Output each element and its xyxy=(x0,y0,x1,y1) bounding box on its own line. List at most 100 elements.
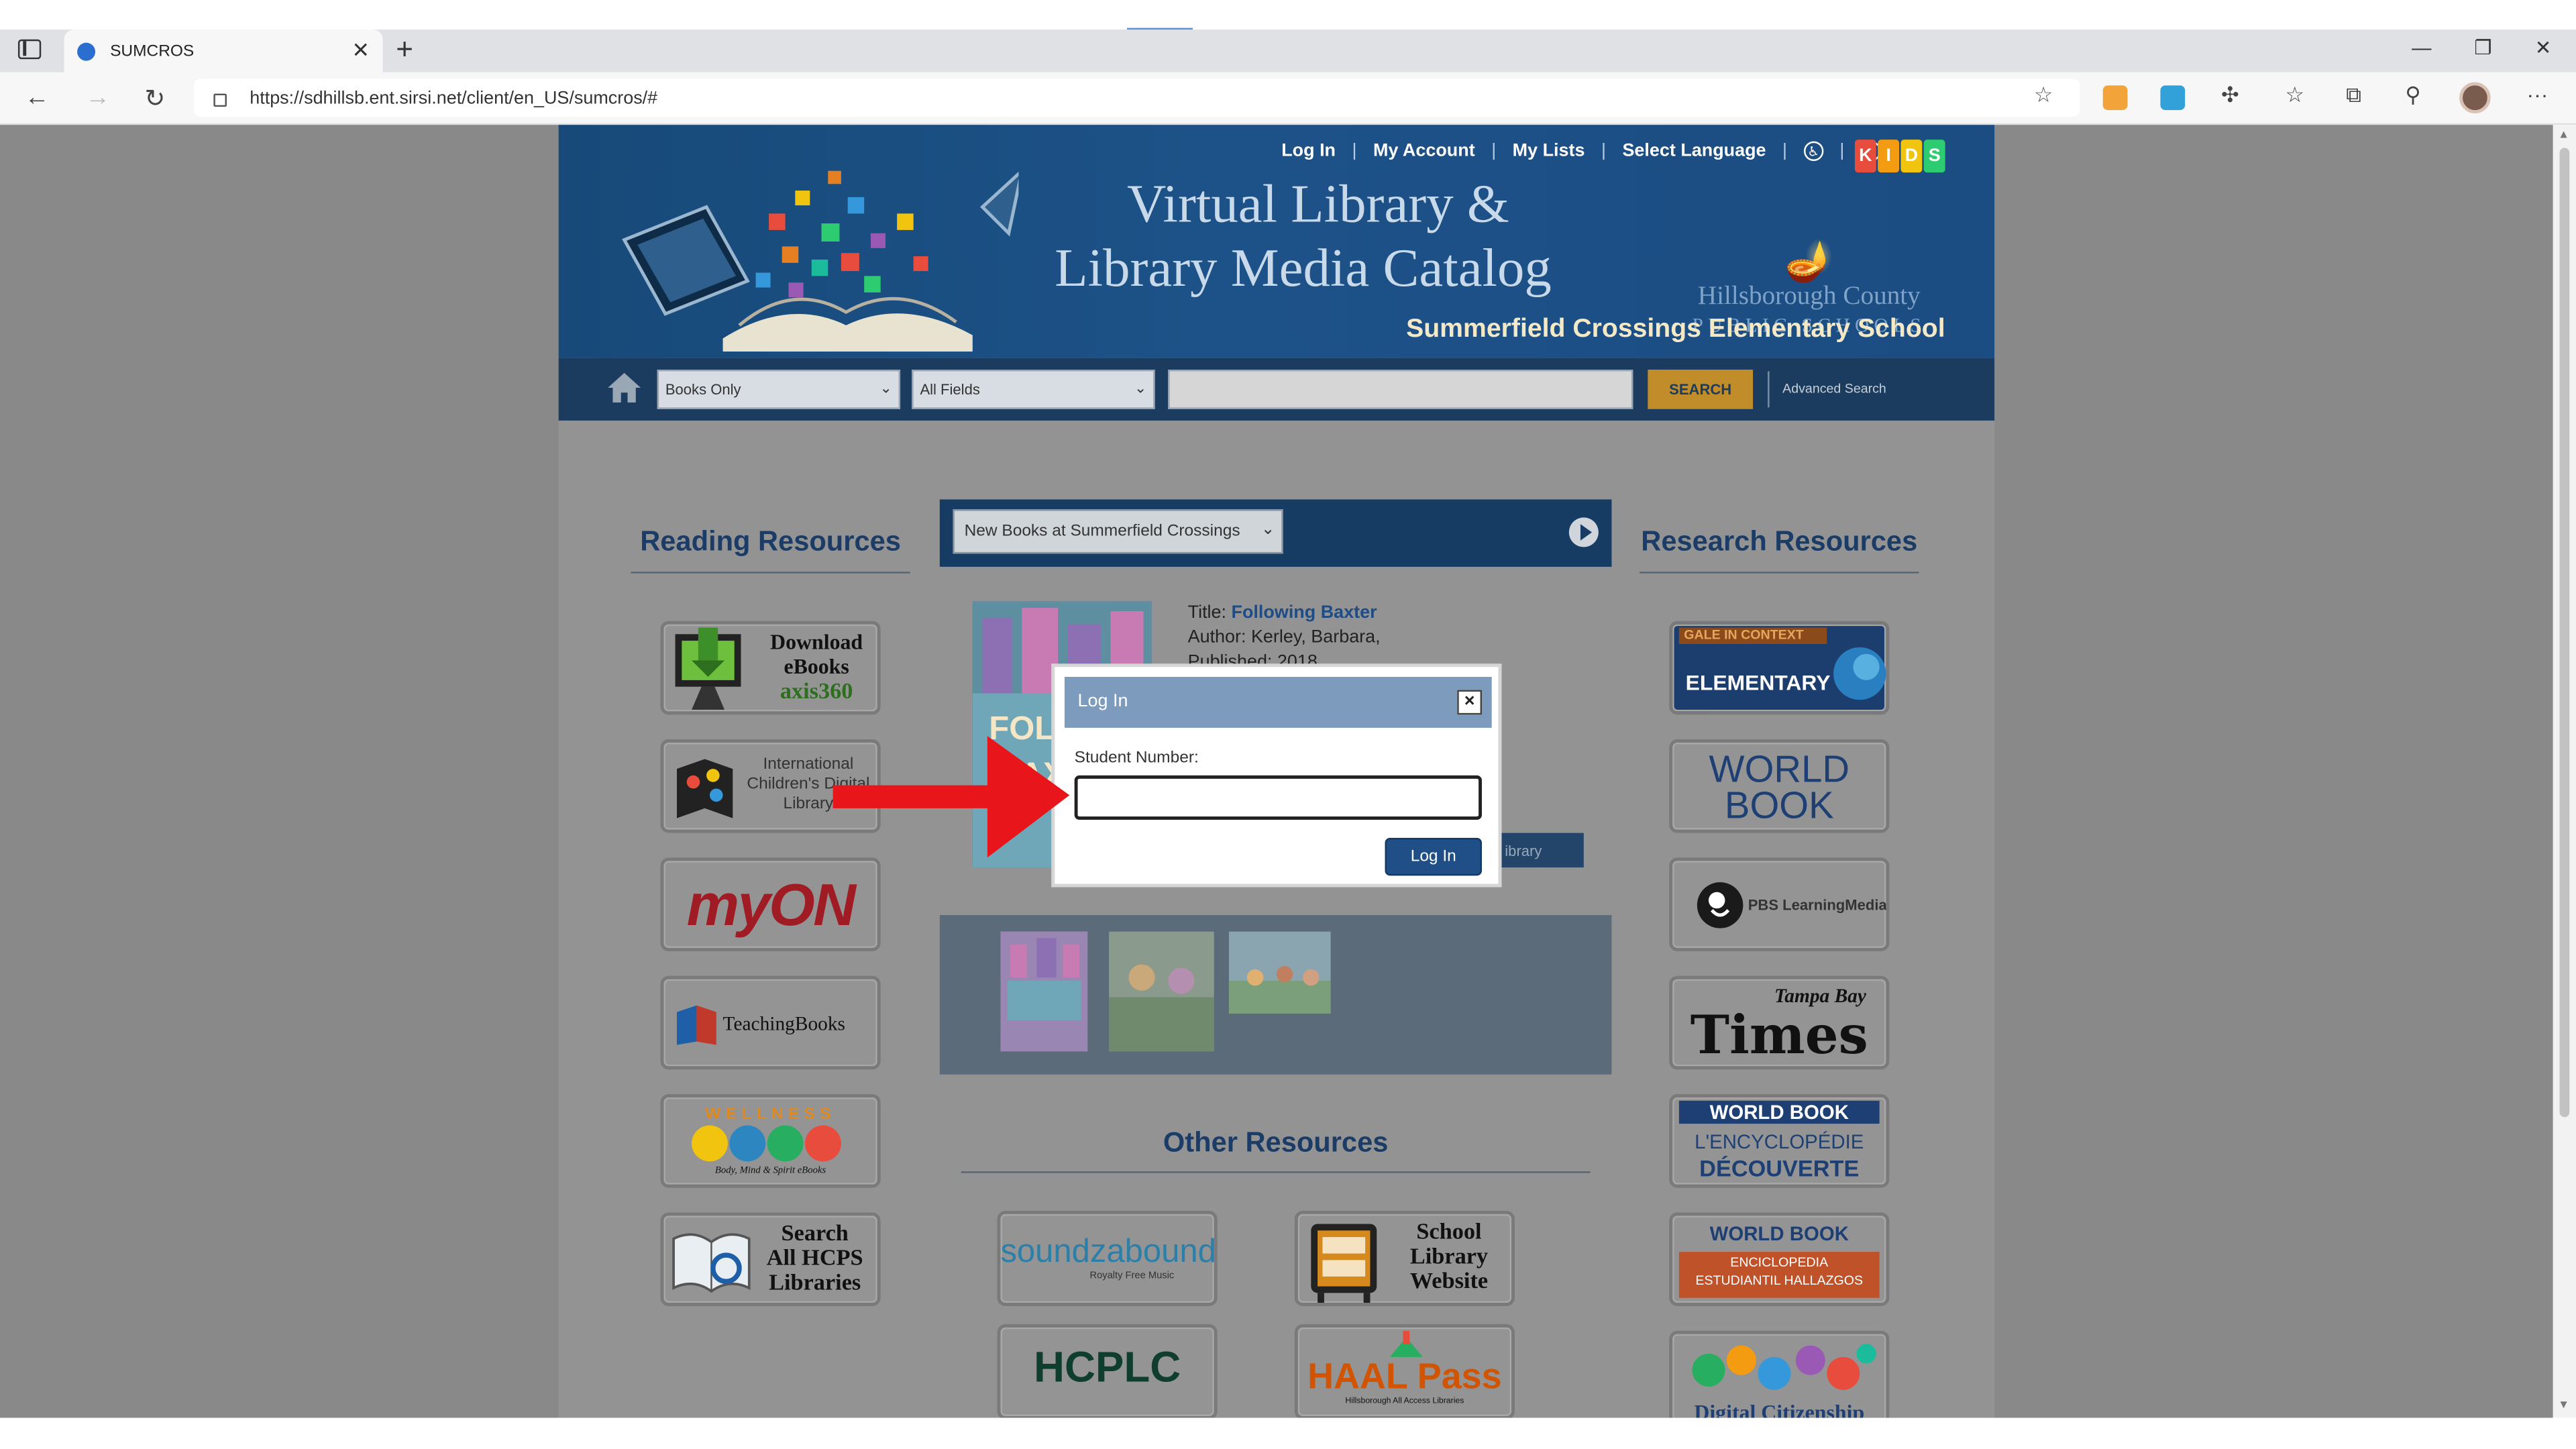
student-number-input[interactable] xyxy=(1074,775,1482,820)
tile-sub: Hillsborough All Access Libraries xyxy=(1345,1396,1464,1407)
kids-catalog-link[interactable]: K I D S xyxy=(1854,140,1945,173)
world-book-decouverte-tile[interactable]: WORLD BOOK L'ENCYCLOPÉDIE DÉCOUVERTE xyxy=(1669,1094,1890,1188)
world-book-hallazgos-tile[interactable]: WORLD BOOK ENCICLOPEDIA ESTUDIANTIL HALL… xyxy=(1669,1212,1890,1306)
ebook-download-icon xyxy=(675,627,741,710)
tab-title: SUMCROS xyxy=(110,42,195,60)
book-logo-icon xyxy=(676,1005,716,1045)
tab-active[interactable]: SUMCROS ✕ xyxy=(64,30,383,72)
close-tab-icon[interactable]: ✕ xyxy=(352,38,370,64)
tile-line: ESTUDIANTIL HALLAZGOS xyxy=(1695,1273,1864,1289)
tab-actions-icon[interactable] xyxy=(17,39,42,60)
thumbnail-cover-icon xyxy=(1000,931,1088,1052)
advanced-search-link[interactable]: Advanced Search xyxy=(1768,371,1886,408)
play-icon[interactable] xyxy=(1568,517,1599,547)
field-select[interactable]: All Fields ⌄ xyxy=(912,370,1155,409)
search-bar: Books Only ⌄ All Fields ⌄ SEARCH Advance… xyxy=(558,358,1995,421)
kids-letter: S xyxy=(1923,140,1945,173)
gale-in-context-tile[interactable]: GALE IN CONTEXT ELEMENTARY xyxy=(1669,621,1890,715)
world-book-tile[interactable]: WORLD BOOK xyxy=(1669,739,1890,833)
gale-swirl-icon xyxy=(1833,647,1886,700)
tile-line: DÉCOUVERTE xyxy=(1699,1155,1860,1181)
favorites-icon[interactable]: ☆ xyxy=(2286,82,2305,108)
new-tab-icon[interactable]: + xyxy=(396,33,413,67)
tile-line: WORLD xyxy=(1709,747,1850,790)
site-title-line2: Library Media Catalog xyxy=(1055,239,1552,299)
carousel-thumbnails xyxy=(939,915,1612,1075)
my-account-link[interactable]: My Account xyxy=(1373,142,1475,161)
scrollbar-thumb[interactable] xyxy=(2559,148,2570,1118)
close-window-icon[interactable]: ✕ xyxy=(2535,36,2552,59)
select-language-link[interactable]: Select Language xyxy=(1622,142,1766,161)
login-dialog-header: Log In × xyxy=(1064,676,1492,728)
wellness-tile[interactable]: WELLNESS Body, Mind & Spirit eBooks xyxy=(660,1094,881,1188)
thumbnail-cover-icon xyxy=(1228,931,1331,1014)
pbs-learningmedia-tile[interactable]: PBS LearningMedia xyxy=(1669,857,1890,951)
tile-line: Times xyxy=(1690,1004,1868,1067)
extension-icon[interactable] xyxy=(2102,85,2128,111)
myon-tile[interactable]: myON xyxy=(660,857,881,951)
lock-icon xyxy=(213,93,227,106)
lamp-icon: 🪔 xyxy=(1784,241,1834,284)
login-submit-button[interactable]: Log In xyxy=(1385,837,1482,876)
scroll-down-icon[interactable]: ▼ xyxy=(2558,1400,2569,1411)
back-icon[interactable]: ← xyxy=(25,84,50,112)
search-hcps-libraries-tile[interactable]: Search All HCPS Libraries xyxy=(660,1212,881,1306)
minimize-icon[interactable]: — xyxy=(2412,36,2431,59)
tile-line: Library xyxy=(783,795,834,814)
thumbnail-book[interactable] xyxy=(1000,931,1088,1052)
open-book-icon xyxy=(672,1233,751,1293)
carousel-select[interactable]: New Books at Summerfield Crossings ⌄ xyxy=(953,509,1283,554)
more-menu-icon[interactable]: ··· xyxy=(2527,82,2548,107)
site-header: Log In | My Account | My Lists | Select … xyxy=(558,125,1995,358)
accessibility-icon[interactable]: ♿ xyxy=(1803,141,1823,162)
thumbnail-book[interactable] xyxy=(1109,931,1214,1052)
teachingbooks-tile[interactable]: TeachingBooks xyxy=(660,975,881,1070)
address-bar[interactable]: https://sdhillsb.ent.sirsi.net/client/en… xyxy=(193,78,2080,117)
tile-label: HCPLC xyxy=(1033,1342,1181,1392)
bookshelf-icon xyxy=(1311,1224,1377,1303)
search-input[interactable] xyxy=(1168,370,1633,409)
scroll-up-icon[interactable]: ▲ xyxy=(2558,129,2569,141)
tile-line: Download xyxy=(770,629,863,654)
tile-line: GALE IN CONTEXT xyxy=(1678,627,1827,645)
extension-icon[interactable] xyxy=(2160,85,2186,111)
header-links: Log In | My Account | My Lists | Select … xyxy=(1281,141,1881,162)
student-number-label: Student Number: xyxy=(1074,749,1199,767)
library-button[interactable]: ibrary xyxy=(1498,833,1584,868)
tile-line: Library xyxy=(1409,1245,1489,1271)
format-select[interactable]: Books Only ⌄ xyxy=(657,370,901,409)
book-title-link[interactable]: Following Baxter xyxy=(1232,603,1377,623)
featured-book-info: Title: Following Baxter Author: Kerley, … xyxy=(1188,601,1381,665)
login-dialog-title: Log In xyxy=(1077,692,1128,712)
hcplc-tile[interactable]: HCPLC xyxy=(997,1324,1218,1418)
tile-line: WORLD BOOK xyxy=(1709,1222,1849,1246)
login-link[interactable]: Log In xyxy=(1281,142,1336,161)
close-icon[interactable]: × xyxy=(1457,690,1482,715)
school-library-website-tile[interactable]: School Library Website xyxy=(1294,1210,1515,1306)
tile-sub: Body, Mind & Spirit eBooks xyxy=(714,1166,826,1177)
digital-citizenship-tile[interactable]: Digital Citizenship xyxy=(1669,1330,1890,1418)
thumbnail-book[interactable] xyxy=(1228,931,1331,1014)
soundzabound-tile[interactable]: soundzabound Royalty Free Music xyxy=(997,1210,1218,1306)
tile-line: All HCPS xyxy=(766,1246,863,1272)
refresh-icon[interactable]: ↻ xyxy=(145,84,166,113)
url-text: https://sdhillsb.ent.sirsi.net/client/en… xyxy=(250,88,658,108)
tab-strip: SUMCROS ✕ + — ❐ ✕ xyxy=(0,30,2576,72)
restore-icon[interactable]: ❐ xyxy=(2474,36,2491,59)
login-dialog: Log In × Student Number: Log In xyxy=(1051,663,1502,888)
haal-pass-tile[interactable]: HAAL Pass Hillsborough All Access Librar… xyxy=(1294,1324,1515,1418)
page-scrollbar[interactable]: ▲ ▼ xyxy=(2553,125,2576,1418)
collections-icon[interactable]: ⧉ xyxy=(2346,82,2361,108)
my-lists-link[interactable]: My Lists xyxy=(1513,142,1585,161)
profile-avatar[interactable] xyxy=(2459,82,2491,113)
home-icon[interactable] xyxy=(604,368,644,408)
axis360-tile[interactable]: Download eBooks axis360 xyxy=(660,621,881,715)
favorite-star-icon[interactable]: ☆ xyxy=(2034,82,2053,108)
chevron-down-icon: ⌄ xyxy=(879,379,892,396)
tile-line: Search xyxy=(781,1222,849,1247)
search-button[interactable]: SEARCH xyxy=(1648,370,1754,409)
extensions-puzzle-icon[interactable]: ✣ xyxy=(2221,82,2239,108)
tampa-bay-times-tile[interactable]: Tampa Bay Times xyxy=(1669,975,1890,1070)
forward-icon[interactable]: → xyxy=(85,84,110,112)
share-icon[interactable]: ⚲ xyxy=(2405,82,2420,108)
